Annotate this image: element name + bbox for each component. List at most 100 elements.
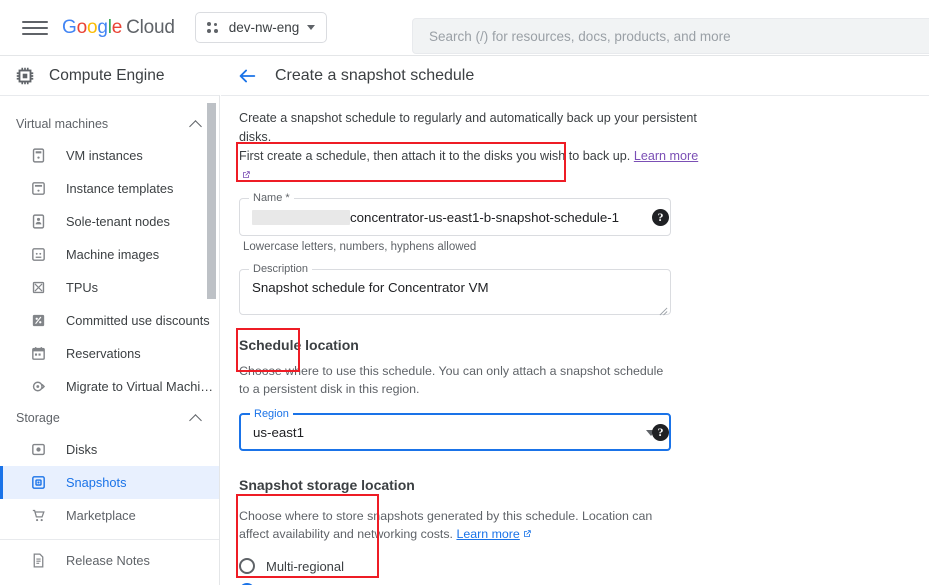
sidebar-item-vm-instances[interactable]: VM instances	[0, 139, 219, 172]
google-cloud-logo[interactable]: GoogleCloud	[62, 17, 175, 39]
page-title: Create a snapshot schedule	[275, 67, 474, 85]
name-field-wrap: Name * concentrator-us-east1-b-snapshot-…	[239, 198, 929, 253]
radio-button-unchecked[interactable]	[239, 558, 255, 574]
schedule-desc-line-1: Choose where to use this schedule. You c…	[239, 364, 663, 396]
chevron-down-icon	[307, 25, 315, 30]
description-input[interactable]: Description Snapshot schedule for Concen…	[239, 269, 671, 315]
storage-desc-line-2: and networking costs.	[333, 527, 453, 541]
sidebar-item-label: Committed use discounts	[66, 313, 210, 328]
sidebar-group-storage[interactable]: Storage	[0, 403, 219, 433]
learn-more-link[interactable]: Learn more	[634, 149, 698, 163]
sidebar-group-label: Virtual machines	[16, 117, 191, 131]
product-header: Compute Engine	[0, 56, 220, 95]
page-root: GoogleCloud dev-nw-eng Compute Engine	[0, 0, 929, 585]
search-bar[interactable]	[412, 18, 929, 54]
sidebar-item-label: TPUs	[66, 280, 98, 295]
logo-letter: o	[77, 17, 87, 38]
calendar-icon	[30, 345, 47, 362]
project-name-label: dev-nw-eng	[229, 20, 300, 35]
page-product-title: Compute Engine	[49, 67, 164, 85]
region-field-value: us-east1	[253, 425, 304, 440]
sidebar-item-marketplace[interactable]: Marketplace	[0, 499, 219, 532]
storage-location-desc: Choose where to store snapshots generate…	[239, 507, 679, 543]
sidebar-item-instance-templates[interactable]: Instance templates	[0, 172, 219, 205]
description-field-value: Snapshot schedule for Concentrator VM	[252, 280, 489, 295]
sidebar-item-committed-use-discounts[interactable]: Committed use discounts	[0, 304, 219, 337]
sidebar-item-migrate-to-virtual-machines[interactable]: Migrate to Virtual Machin…	[0, 370, 219, 403]
search-input[interactable]	[427, 28, 929, 45]
name-input[interactable]: Name * concentrator-us-east1-b-snapshot-…	[239, 198, 671, 236]
sidebar-item-label: Reservations	[66, 346, 141, 361]
intro-text: Create a snapshot schedule to regularly …	[239, 109, 709, 185]
external-link-icon	[241, 167, 251, 177]
percent-icon	[30, 312, 47, 329]
sidebar-item-label: Machine images	[66, 247, 159, 262]
top-bar: GoogleCloud dev-nw-eng	[0, 0, 929, 56]
sidebar-group-label: Storage	[16, 411, 191, 425]
sidebar-item-machine-images[interactable]: Machine images	[0, 238, 219, 271]
region-field-wrap: Region us-east1 ?	[239, 413, 929, 451]
logo-letter: o	[87, 17, 97, 38]
back-arrow-icon[interactable]	[236, 65, 258, 87]
snapshot-icon	[30, 474, 47, 491]
sidebar: Virtual machines VM instances Instance t…	[0, 95, 220, 585]
vm-instance-icon	[30, 147, 47, 164]
sidebar-item-label: VM instances	[66, 148, 143, 163]
region-help-icon[interactable]: ?	[652, 424, 669, 441]
description-field-legend: Description	[249, 263, 312, 275]
sidebar-item-disks[interactable]: Disks	[0, 433, 219, 466]
main-content: Create a snapshot schedule Create a snap…	[221, 56, 929, 585]
sidebar-item-reservations[interactable]: Reservations	[0, 337, 219, 370]
sidebar-item-snapshots[interactable]: Snapshots	[0, 466, 219, 499]
sidebar-item-label: Sole-tenant nodes	[66, 214, 170, 229]
sidebar-item-tpus[interactable]: TPUs	[0, 271, 219, 304]
resize-handle-icon[interactable]	[659, 303, 668, 312]
main-header: Create a snapshot schedule	[221, 56, 929, 96]
hamburger-icon[interactable]	[22, 18, 48, 38]
instance-template-icon	[30, 180, 47, 197]
sidebar-item-label: Marketplace	[66, 508, 136, 523]
project-dots-icon	[207, 21, 221, 35]
chevron-up-icon	[189, 414, 202, 427]
logo-letter: G	[62, 17, 77, 38]
compute-chip-icon	[14, 65, 36, 87]
logo-letter: e	[112, 17, 122, 38]
sidebar-item-label: Disks	[66, 442, 97, 457]
redacted-block	[252, 210, 350, 225]
chevron-up-icon	[189, 120, 202, 133]
sidebar-scrollbar-thumb[interactable]	[207, 103, 216, 299]
radio-label: Multi-regional	[266, 559, 344, 574]
sidebar-divider	[0, 539, 219, 540]
intro-line-1: Create a snapshot schedule to regularly …	[239, 111, 697, 144]
sidebar-item-label: Instance templates	[66, 181, 173, 196]
sidebar-item-label: Migrate to Virtual Machin…	[66, 379, 219, 394]
description-field-wrap: Description Snapshot schedule for Concen…	[239, 269, 929, 315]
sidebar-item-sole-tenant-nodes[interactable]: Sole-tenant nodes	[0, 205, 219, 238]
sole-tenant-icon	[30, 213, 47, 230]
name-field-legend: Name *	[249, 192, 294, 204]
machine-image-icon	[30, 246, 47, 263]
release-notes-icon	[30, 552, 47, 569]
region-select[interactable]: Region us-east1	[239, 413, 671, 451]
name-help-icon[interactable]: ?	[652, 209, 669, 226]
project-selector[interactable]: dev-nw-eng	[195, 12, 328, 43]
storage-location-title: Snapshot storage location	[239, 477, 929, 493]
intro-line-2: First create a schedule, then attach it …	[239, 149, 630, 163]
sidebar-item-label: Release Notes	[66, 553, 150, 568]
sidebar-item-release-notes[interactable]: Release Notes	[0, 544, 219, 577]
sidebar-item-label: Snapshots	[66, 475, 126, 490]
disk-icon	[30, 441, 47, 458]
external-link-icon	[522, 526, 532, 536]
radio-multi-regional[interactable]: Multi-regional	[239, 558, 929, 574]
schedule-desc-line-2: disk in this region.	[320, 382, 419, 396]
sidebar-group-virtual-machines[interactable]: Virtual machines	[0, 109, 219, 139]
marketplace-cart-icon	[30, 507, 47, 524]
name-field-text: concentrator-us-east1-b-snapshot-schedul…	[350, 210, 619, 225]
name-helper-text: Lowercase letters, numbers, hyphens allo…	[243, 241, 929, 253]
schedule-location-desc: Choose where to use this schedule. You c…	[239, 362, 669, 398]
schedule-location-title: Schedule location	[239, 337, 929, 353]
main-body: Create a snapshot schedule to regularly …	[221, 96, 929, 585]
storage-learn-more-link[interactable]: Learn more	[456, 527, 519, 541]
region-field-legend: Region	[250, 408, 293, 420]
name-field-value: concentrator-us-east1-b-snapshot-schedul…	[252, 210, 619, 225]
